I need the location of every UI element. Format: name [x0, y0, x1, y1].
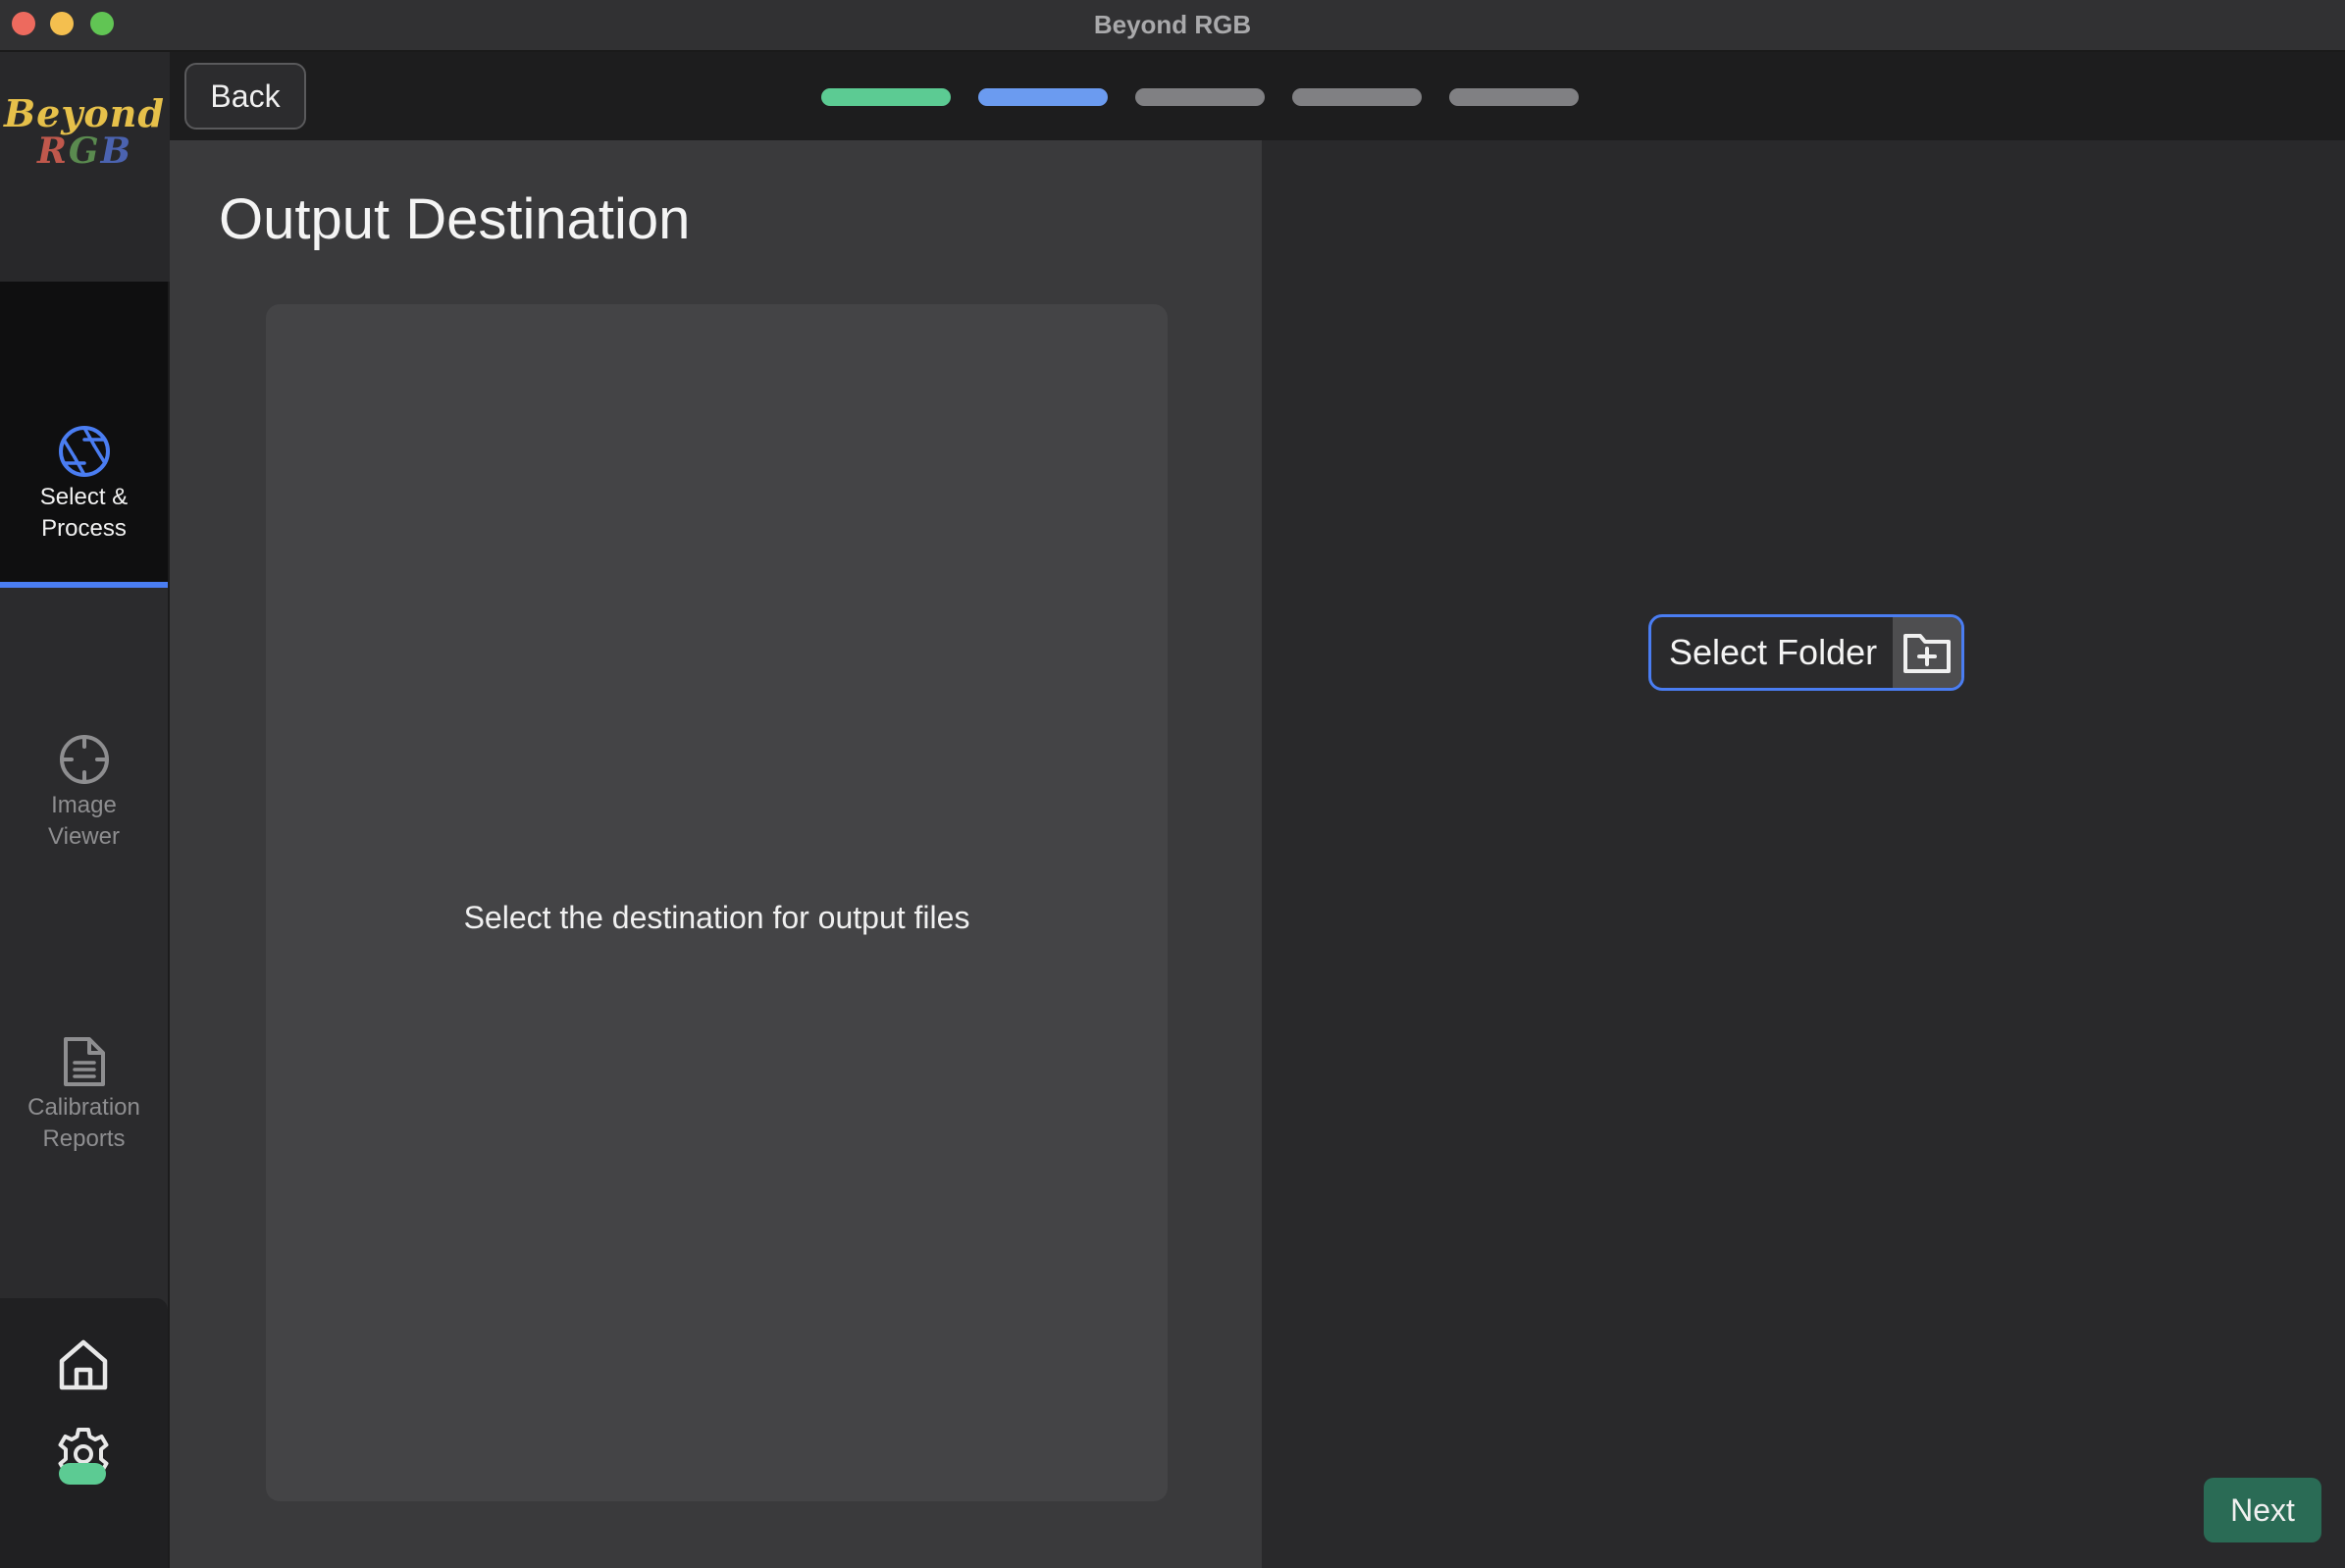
aperture-icon: [58, 426, 110, 477]
sidebar-item-calibration-reports[interactable]: Calibration Reports: [0, 890, 168, 1192]
sidebar-bottom-panel: [0, 1298, 168, 1568]
folder-plus-icon: [1893, 617, 1961, 688]
title-bar: Beyond RGB: [0, 0, 2345, 52]
home-icon[interactable]: [57, 1337, 110, 1392]
app-logo: Beyond RGB: [0, 52, 170, 282]
back-button[interactable]: Back: [184, 63, 306, 130]
sidebar-item-select-process[interactable]: Select & Process: [0, 282, 168, 588]
window-title: Beyond RGB: [1093, 10, 1252, 39]
action-panel: [1262, 140, 2345, 1568]
progress-step-1: [821, 88, 951, 106]
instruction-card: Select the destination for output files: [266, 304, 1168, 1501]
status-indicator: [59, 1463, 106, 1485]
sidebar-item-label: Viewer: [48, 823, 120, 850]
progress-step-2: [978, 88, 1108, 106]
select-folder-label: Select Folder: [1669, 632, 1878, 672]
progress-step-3: [1135, 88, 1265, 106]
logo-text-rgb: RGB: [37, 131, 133, 172]
sidebar-item-label: Select &: [39, 484, 129, 510]
sidebar-item-label: Calibration: [27, 1094, 140, 1121]
progress-step-4: [1292, 88, 1422, 106]
page-title: Output Destination: [219, 187, 691, 251]
document-icon: [63, 1037, 105, 1086]
sidebar-item-label: Reports: [42, 1125, 126, 1152]
sidebar-item-label: Image: [51, 792, 117, 818]
sidebar: Beyond RGB Select & Process Image Viewer…: [0, 52, 170, 1568]
sidebar-item-image-viewer[interactable]: Image Viewer: [0, 588, 168, 890]
progress-step-5: [1449, 88, 1579, 106]
instruction-text: Select the destination for output files: [463, 899, 970, 935]
crosshair-icon: [59, 735, 109, 784]
logo-text-beyond: Beyond: [4, 91, 165, 135]
next-button[interactable]: Next: [2204, 1478, 2321, 1542]
select-folder-button[interactable]: Select Folder: [1648, 614, 1964, 691]
sidebar-item-label: Process: [41, 515, 127, 542]
